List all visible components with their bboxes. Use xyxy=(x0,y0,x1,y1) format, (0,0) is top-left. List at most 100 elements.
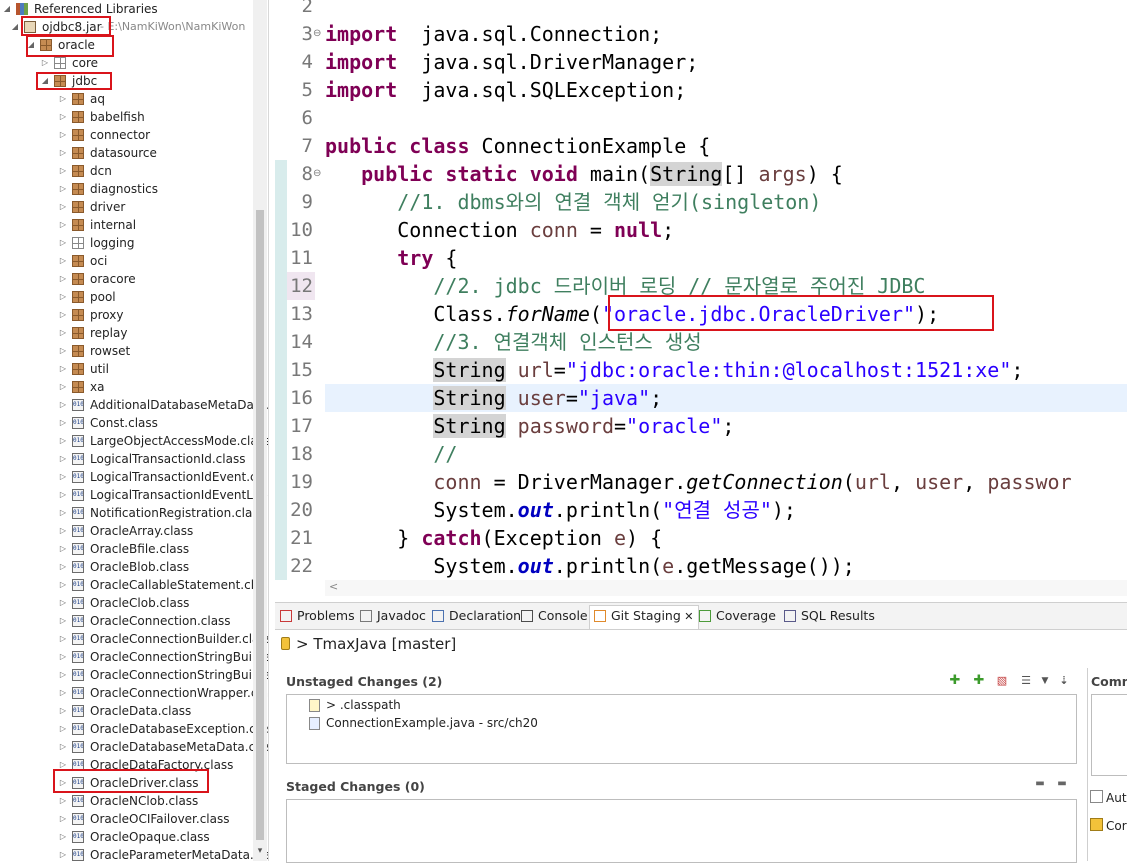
collapsed-arrow-icon[interactable]: ▷ xyxy=(58,252,68,270)
package-explorer[interactable]: ◢ Referenced Libraries ◢ ojdbc8.jar - E:\Na… xyxy=(0,0,269,861)
tab-declaration[interactable]: Declaration xyxy=(432,606,521,626)
tree-item[interactable]: ◢ oracle xyxy=(0,36,253,54)
code-line[interactable]: import java.sql.SQLException; xyxy=(325,76,686,104)
collapsed-arrow-icon[interactable]: ▷ xyxy=(58,180,68,198)
tab-problems[interactable]: Problems xyxy=(280,606,355,626)
repository-label[interactable]: > TmaxJava [master] xyxy=(281,634,456,654)
tree-item[interactable]: ▷ 010 OracleBlob.class xyxy=(0,558,253,576)
editor-horizontal-scrollbar[interactable]: < xyxy=(325,580,1127,596)
tree-item[interactable]: ▷ 010 NotificationRegistration.class xyxy=(0,504,265,522)
tree-item[interactable]: ◢ ojdbc8.jar - E:\NamKiWon\NamKiWon xyxy=(0,18,253,36)
collapsed-arrow-icon[interactable]: ▷ xyxy=(58,342,68,360)
collapsed-arrow-icon[interactable]: ▷ xyxy=(58,126,68,144)
collapsed-arrow-icon[interactable]: ▷ xyxy=(58,216,68,234)
expanded-arrow-icon[interactable]: ◢ xyxy=(10,18,20,36)
tree-item[interactable]: ▷ 010 LargeObjectAccessMode.class xyxy=(0,432,268,450)
collapsed-arrow-icon[interactable]: ▷ xyxy=(58,540,68,558)
collapsed-arrow-icon[interactable]: ▷ xyxy=(58,828,68,846)
tree-item[interactable]: ▷ diagnostics xyxy=(0,180,253,198)
collapsed-arrow-icon[interactable]: ▷ xyxy=(58,432,68,450)
tree-item[interactable]: ▷ aq xyxy=(0,90,253,108)
code-line[interactable]: String password="oracle"; xyxy=(325,412,734,440)
tree-item[interactable]: ▷ 010 OracleParameterMetaData.clas xyxy=(0,846,268,861)
tree-item[interactable]: ◢ jdbc xyxy=(0,72,253,90)
tree-item[interactable]: ▷ 010 OracleOpaque.class xyxy=(0,828,253,846)
collapsed-arrow-icon[interactable]: ▷ xyxy=(40,54,50,72)
tree-item[interactable]: ▷ internal xyxy=(0,216,253,234)
tab-console[interactable]: Console xyxy=(521,606,588,626)
scroll-down-arrow-icon[interactable]: ▾ xyxy=(254,846,266,856)
collapsed-arrow-icon[interactable]: ▷ xyxy=(58,810,68,828)
presentation-icon[interactable]: ☰ xyxy=(1019,674,1033,688)
tree-item[interactable]: ▷ 010 OracleDatabaseMetaData.class xyxy=(0,738,268,756)
code-line[interactable]: //1. dbms와의 연결 객체 얻기(singleton) xyxy=(325,188,821,216)
collapsed-arrow-icon[interactable]: ▷ xyxy=(58,306,68,324)
collapsed-arrow-icon[interactable]: ▷ xyxy=(58,450,68,468)
commit-message-box[interactable] xyxy=(1091,694,1127,776)
collapsed-arrow-icon[interactable]: ▷ xyxy=(58,90,68,108)
collapsed-arrow-icon[interactable]: ▷ xyxy=(58,414,68,432)
collapsed-arrow-icon[interactable]: ▷ xyxy=(58,648,68,666)
tree-item[interactable]: ▷ 010 OracleConnectionBuilder.class xyxy=(0,630,268,648)
tree-item[interactable]: ▷ 010 OracleDriver.class xyxy=(0,774,253,792)
tree-item[interactable]: ▷ oracore xyxy=(0,270,253,288)
unstage-selected-icon[interactable]: ▬ xyxy=(1033,777,1047,791)
code-line[interactable]: Class.forName("oracle.jdbc.OracleDriver"… xyxy=(325,300,939,328)
expanded-arrow-icon[interactable]: ◢ xyxy=(40,72,50,90)
tree-item[interactable]: ▷ proxy xyxy=(0,306,253,324)
staged-file-list[interactable] xyxy=(286,799,1077,863)
collapsed-arrow-icon[interactable]: ▷ xyxy=(58,774,68,792)
tree-item[interactable]: ▷ rowset xyxy=(0,342,253,360)
collapsed-arrow-icon[interactable]: ▷ xyxy=(58,792,68,810)
collapsed-arrow-icon[interactable]: ▷ xyxy=(58,162,68,180)
collapsed-arrow-icon[interactable]: ▷ xyxy=(58,378,68,396)
tab-coverage[interactable]: Coverage xyxy=(699,606,776,626)
collapsed-arrow-icon[interactable]: ▷ xyxy=(58,612,68,630)
unstaged-file-connectionexample[interactable]: ConnectionExample.java - src/ch20 xyxy=(309,715,538,732)
code-line[interactable]: System.out.println("연결 성공"); xyxy=(325,496,796,524)
collapsed-arrow-icon[interactable]: ▷ xyxy=(58,396,68,414)
collapsed-arrow-icon[interactable]: ▷ xyxy=(58,504,68,522)
collapsed-arrow-icon[interactable]: ▷ xyxy=(58,684,68,702)
sort-icon[interactable]: ⇣ xyxy=(1057,674,1071,688)
collapsed-arrow-icon[interactable]: ▷ xyxy=(58,522,68,540)
close-icon[interactable]: ✕ xyxy=(681,610,693,623)
tree-item[interactable]: ▷ oci xyxy=(0,252,253,270)
collapsed-arrow-icon[interactable]: ▷ xyxy=(58,324,68,342)
collapsed-arrow-icon[interactable]: ▷ xyxy=(58,720,68,738)
expanded-arrow-icon[interactable]: ◢ xyxy=(26,36,36,54)
code-line[interactable]: import java.sql.DriverManager; xyxy=(325,48,698,76)
unstage-all-icon[interactable]: ▬ xyxy=(1055,777,1069,791)
tab-git-staging[interactable]: Git Staging ✕ xyxy=(589,605,699,629)
tree-item[interactable]: ▷ 010 OracleBfile.class xyxy=(0,540,253,558)
code-line[interactable]: public class ConnectionExample { xyxy=(325,132,710,160)
collapsed-arrow-icon[interactable]: ▷ xyxy=(58,270,68,288)
author-field[interactable]: Aut xyxy=(1090,790,1127,805)
presentation-dropdown-icon[interactable]: ▼ xyxy=(1038,674,1052,688)
collapsed-arrow-icon[interactable]: ▷ xyxy=(58,846,68,861)
tree-item[interactable]: ▷ driver xyxy=(0,198,253,216)
collapsed-arrow-icon[interactable]: ▷ xyxy=(58,594,68,612)
tree-item[interactable]: ▷ 010 OracleConnectionStringBuilde xyxy=(0,666,268,684)
code-line[interactable]: public static void main(String[] args) { xyxy=(325,160,843,188)
collapsed-arrow-icon[interactable]: ▷ xyxy=(58,234,68,252)
committer-field[interactable]: Cor xyxy=(1090,818,1127,833)
tree-item[interactable]: ▷ 010 OracleData.class xyxy=(0,702,253,720)
code-line[interactable]: //2. jdbc 드라이버 로딩 // 문자열로 주어진 JDBC xyxy=(325,272,925,300)
collapsed-arrow-icon[interactable]: ▷ xyxy=(58,468,68,486)
tree-item[interactable]: ▷ 010 OracleConnection.class xyxy=(0,612,253,630)
tree-item[interactable]: ▷ pool xyxy=(0,288,253,306)
tree-item[interactable]: ▷ 010 OracleDataFactory.class xyxy=(0,756,253,774)
collapsed-arrow-icon[interactable]: ▷ xyxy=(58,108,68,126)
code-line[interactable]: System.out.println(e.getMessage()); xyxy=(325,552,854,580)
scroll-left-icon[interactable]: < xyxy=(329,580,338,593)
tree-item[interactable]: ▷ 010 OracleArray.class xyxy=(0,522,253,540)
code-line[interactable]: } catch(Exception e) { xyxy=(325,524,662,552)
collapsed-arrow-icon[interactable]: ▷ xyxy=(58,738,68,756)
tab-javadoc[interactable]: Javadoc xyxy=(360,606,426,626)
collapsed-arrow-icon[interactable]: ▷ xyxy=(58,558,68,576)
tree-item[interactable]: ▷ logging xyxy=(0,234,253,252)
tree-item[interactable]: ▷ dcn xyxy=(0,162,253,180)
code-line[interactable]: //3. 연결객체 인스턴스 생성 xyxy=(325,328,701,356)
unstaged-file-classpath[interactable]: > .classpath xyxy=(309,697,401,714)
